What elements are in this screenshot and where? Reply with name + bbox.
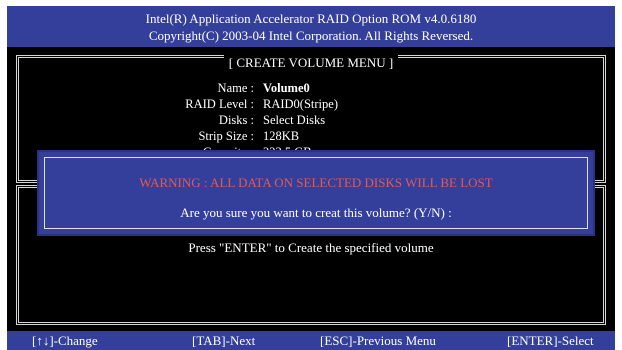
data-loss-warning: WARNING : ALL DATA ON SELECTED DISKS WIL…	[139, 175, 493, 190]
select-key-hint: [ENTER]-Select	[507, 333, 594, 348]
field-name-value[interactable]: Volume0	[263, 80, 310, 96]
field-strip-size[interactable]: Strip Size : 128KB	[19, 128, 603, 144]
field-strip-size-label: Strip Size :	[198, 129, 254, 143]
field-disks-label: Disks :	[218, 113, 254, 127]
volume-fields: Name : Volume0 RAID Level : RAID0(Stripe…	[19, 80, 603, 160]
field-raid-level[interactable]: RAID Level : RAID0(Stripe)	[19, 96, 603, 112]
field-raid-level-label: RAID Level :	[185, 97, 254, 111]
next-key-hint: [TAB]-Next	[192, 333, 256, 348]
warning-dialog: WARNING : ALL DATA ON SELECTED DISKS WIL…	[37, 150, 595, 236]
field-disks-value[interactable]: Select Disks	[263, 112, 325, 128]
create-volume-menu-title: [ CREATE VOLUME MENU ]	[19, 55, 603, 70]
previous-menu-key-hint: [ESC]-Previous Menu	[320, 333, 436, 348]
bios-screen: Intel(R) Application Accelerator RAID Op…	[0, 0, 622, 350]
warning-dialog-frame: WARNING : ALL DATA ON SELECTED DISKS WIL…	[44, 157, 588, 229]
change-key-hint: [↑↓]-Change	[32, 333, 98, 348]
header-bar: Intel(R) Application Accelerator RAID Op…	[7, 6, 615, 47]
copyright-text: Copyright(C) 2003-04 Intel Corporation. …	[148, 28, 474, 43]
rom-title: Intel(R) Application Accelerator RAID Op…	[145, 11, 477, 26]
create-hint-text: Press "ENTER" to Create the specified vo…	[188, 240, 434, 255]
create-volume-menu-title-text: [ CREATE VOLUME MENU ]	[223, 55, 399, 70]
field-raid-level-value[interactable]: RAID0(Stripe)	[263, 96, 338, 112]
field-disks[interactable]: Disks : Select Disks	[19, 112, 603, 128]
confirm-prompt[interactable]: Are you sure you want to creat this volu…	[45, 205, 587, 221]
field-name-label: Name :	[217, 81, 254, 95]
key-help-bar: [↑↓]-Change [TAB]-Next [ESC]-Previous Me…	[7, 331, 615, 350]
field-name[interactable]: Name : Volume0	[19, 80, 603, 96]
field-strip-size-value[interactable]: 128KB	[263, 128, 299, 144]
